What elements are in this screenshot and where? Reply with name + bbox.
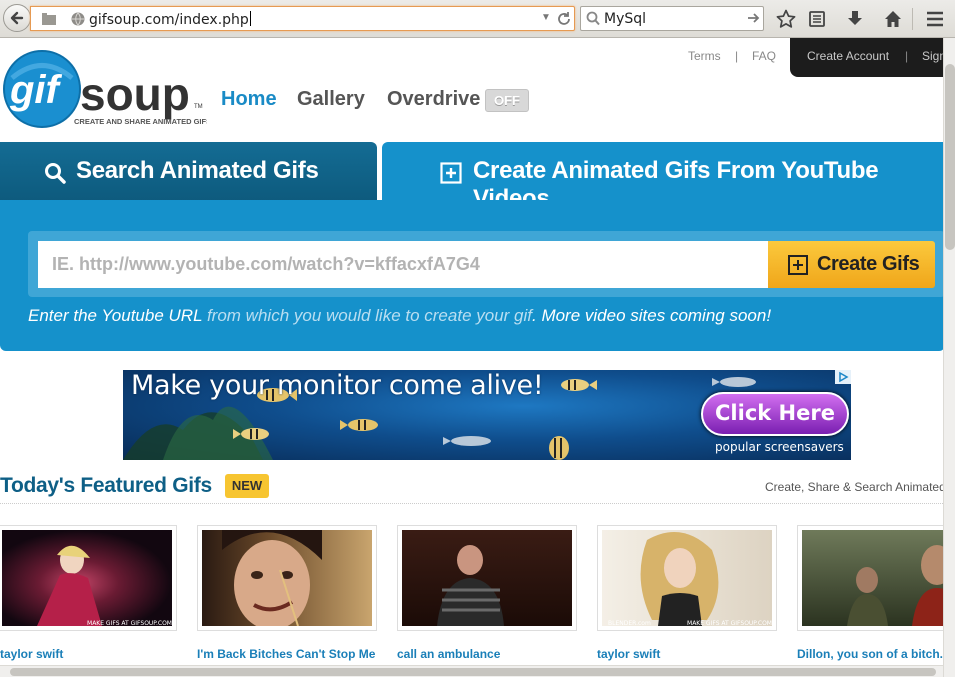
- ad-subtext: popular screensavers: [715, 440, 844, 454]
- gif-card[interactable]: [197, 525, 377, 631]
- site-identity-globe-icon[interactable]: [71, 12, 85, 26]
- toolbar-separator: [912, 8, 913, 30]
- gif-caption[interactable]: Dillon, you son of a bitch.: [797, 647, 943, 661]
- gif-thumbnail[interactable]: [602, 530, 772, 626]
- gif-card[interactable]: [397, 525, 577, 631]
- account-separator: |: [905, 49, 909, 63]
- browser-search-box[interactable]: MySql: [580, 6, 764, 31]
- back-arrow-icon: [10, 11, 24, 25]
- fish-icon: [340, 419, 378, 431]
- nav-gallery[interactable]: Gallery: [297, 88, 365, 111]
- svg-text:gif: gif: [9, 68, 63, 112]
- search-query[interactable]: MySql: [604, 11, 646, 27]
- tab-create-gifs[interactable]: Create Animated Gifs From YouTube Videos: [382, 142, 955, 212]
- nav-overdrive[interactable]: Overdrive: [387, 88, 480, 111]
- gif-card[interactable]: MAKE GIFS AT GIFSOUP.COM: [0, 525, 177, 631]
- vertical-scroll-thumb[interactable]: [945, 64, 955, 250]
- horizontal-scroll-thumb[interactable]: [10, 668, 936, 676]
- search-icon: [45, 163, 66, 184]
- new-badge: NEW: [225, 474, 269, 498]
- thumb-watermark-blender: BLENDER.com: [608, 620, 651, 627]
- terms-link[interactable]: Terms: [688, 49, 721, 63]
- gif-caption[interactable]: taylor swift: [0, 647, 63, 661]
- bookmark-star-icon[interactable]: [775, 8, 797, 30]
- svg-text:TM: TM: [194, 104, 203, 110]
- tab-search-gifs[interactable]: Search Animated Gifs: [0, 142, 377, 202]
- gif-caption[interactable]: I'm Back Bitches Can't Stop Me: [197, 647, 375, 661]
- ad-banner[interactable]: Make your monitor come alive! Click Here…: [123, 370, 851, 460]
- ad-headline: Make your monitor come alive!: [131, 370, 544, 401]
- downloads-icon[interactable]: [844, 8, 866, 30]
- horizontal-scrollbar[interactable]: [0, 665, 943, 677]
- vertical-scrollbar[interactable]: [943, 38, 955, 677]
- fish-icon: [549, 436, 569, 460]
- ad-click-here-button[interactable]: Click Here: [701, 392, 849, 436]
- gifsoup-logo[interactable]: gif soup TM CREATE AND SHARE ANIMATED GI…: [2, 48, 211, 130]
- youtube-url-input[interactable]: [38, 241, 768, 288]
- search-go-arrow-icon[interactable]: [747, 11, 761, 25]
- featured-title: Today's Featured Gifs: [0, 474, 212, 497]
- reload-icon[interactable]: [556, 11, 572, 27]
- url-bar[interactable]: gifsoup.com/index.php ▼: [30, 6, 575, 31]
- gif-caption[interactable]: call an ambulance: [397, 647, 500, 661]
- bookmarks-list-icon[interactable]: [806, 8, 828, 30]
- fish-icon: [443, 436, 491, 446]
- helper-text: Enter the Youtube URL from which you wou…: [28, 306, 772, 325]
- url-dropdown-icon[interactable]: ▼: [541, 12, 551, 23]
- account-bar: Create Account | Sign: [790, 38, 955, 77]
- menu-icon[interactable]: [924, 8, 946, 30]
- gif-caption[interactable]: taylor swift: [597, 647, 660, 661]
- gif-thumbnail[interactable]: [202, 530, 372, 626]
- search-engine-icon[interactable]: [586, 11, 600, 26]
- plus-box-icon: [440, 162, 462, 184]
- fish-icon: [712, 377, 756, 387]
- url-text[interactable]: gifsoup.com/index.php: [89, 11, 251, 28]
- faq-link[interactable]: FAQ: [752, 49, 776, 63]
- create-gifs-label: Create Gifs: [817, 253, 920, 275]
- nav-home[interactable]: Home: [221, 88, 277, 111]
- fish-icon: [561, 379, 597, 391]
- gif-thumbnail[interactable]: [802, 530, 955, 626]
- home-icon[interactable]: [882, 8, 904, 30]
- gif-thumbnail[interactable]: [2, 530, 172, 626]
- gif-card[interactable]: BLENDER.com MAKE GIFS AT GIFSOUP.COM: [597, 525, 777, 631]
- back-button[interactable]: [3, 4, 31, 32]
- create-account-link[interactable]: Create Account: [807, 49, 889, 63]
- gif-card[interactable]: [797, 525, 955, 631]
- link-separator: |: [735, 49, 739, 63]
- create-gifs-button[interactable]: Create Gifs: [768, 241, 935, 288]
- tab-search-label: Search Animated Gifs: [76, 157, 319, 184]
- ad-choices-icon[interactable]: [835, 370, 851, 384]
- browser-toolbar: gifsoup.com/index.php ▼ MySql: [0, 0, 955, 38]
- plus-box-icon: [788, 255, 808, 275]
- tab-group-icon[interactable]: [41, 12, 57, 26]
- thumb-watermark: MAKE GIFS AT GIFSOUP.COM: [87, 620, 172, 627]
- featured-tagline: Create, Share & Search Animated: [765, 480, 946, 494]
- overdrive-toggle[interactable]: OFF: [485, 89, 529, 112]
- thumb-watermark: MAKE GIFS AT GIFSOUP.COM: [687, 620, 772, 627]
- logo-tagline: CREATE AND SHARE ANIMATED GIFS: [74, 117, 207, 126]
- svg-text:soup: soup: [80, 68, 190, 120]
- gif-thumbnail[interactable]: [402, 530, 572, 626]
- divider: [0, 503, 943, 504]
